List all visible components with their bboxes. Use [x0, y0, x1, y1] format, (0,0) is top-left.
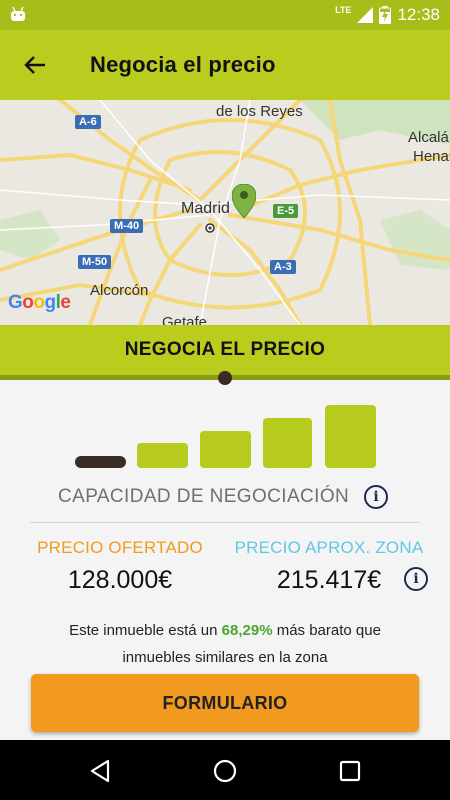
android-notification-icon — [11, 7, 25, 21]
nav-recents-button[interactable] — [337, 758, 363, 784]
arrow-back-icon — [24, 56, 45, 74]
nav-home-button[interactable] — [212, 758, 238, 784]
nav-back-button[interactable] — [87, 758, 113, 784]
level-bar-3 — [200, 431, 251, 468]
info-icon: i — [413, 571, 419, 587]
google-logo: Google — [8, 292, 71, 313]
road-sign-a6: A-6 — [75, 115, 101, 129]
level-bar-4 — [263, 418, 312, 468]
capacity-label: CAPACIDAD DE NEGOCIACIÓN — [58, 486, 350, 507]
form-button[interactable]: FORMULARIO — [31, 674, 419, 732]
divider — [30, 522, 420, 523]
offered-price-value: 128.000€ — [67, 566, 173, 594]
clock: 12:38 — [397, 5, 440, 24]
level-bar-1-current — [75, 456, 126, 468]
map-label-alcala: Alcalá — [408, 129, 449, 146]
status-bar: LTE 12:38 — [0, 0, 450, 30]
signal-icon — [357, 7, 374, 23]
level-indicator-dot — [218, 371, 232, 385]
location-pin-icon[interactable] — [232, 184, 256, 218]
comparison-text-after: más barato que — [272, 622, 381, 639]
capacity-info-button[interactable]: i — [364, 485, 388, 509]
offered-price-block: PRECIO OFERTADO 128.000€ — [30, 538, 210, 595]
negotiation-level-bars — [0, 400, 450, 475]
road-sign-a3: A-3 — [270, 260, 296, 274]
network-type: LTE — [335, 5, 352, 15]
map-label-reyes: de los Reyes — [216, 103, 303, 120]
zone-price-label: PRECIO APROX. ZONA — [234, 538, 424, 557]
square-recents-icon — [339, 760, 361, 782]
comparison-text-before: Este inmueble está un — [69, 622, 222, 639]
capacity-row: CAPACIDAD DE NEGOCIACIÓN i — [0, 480, 450, 520]
comparison-text-line2: inmuebles similares en la zona — [122, 649, 328, 666]
level-bar-2 — [137, 443, 188, 468]
road-sign-e5: E-5 — [273, 204, 299, 218]
zone-price-info-button[interactable]: i — [404, 567, 428, 591]
back-button[interactable] — [20, 50, 50, 80]
map-label-alcorcon: Alcorcón — [90, 282, 149, 299]
zone-price-value: 215.417€ — [276, 566, 382, 594]
system-nav-bar — [0, 740, 450, 800]
app-bar: Negocia el precio — [0, 30, 450, 100]
comparison-percent: 68,29% — [221, 622, 273, 639]
map-label-madrid: Madrid — [181, 200, 230, 217]
map-label-henares: Henar — [413, 148, 450, 165]
road-sign-m50: M-50 — [78, 255, 112, 269]
zone-price-block: PRECIO APROX. ZONA 215.417€ — [234, 538, 424, 595]
triangle-back-icon — [90, 759, 110, 783]
info-icon: i — [373, 489, 379, 505]
circle-home-icon — [213, 759, 237, 783]
comparison-text: Este inmueble está un 68,29% más barato … — [0, 617, 450, 671]
level-bar-5 — [325, 405, 376, 468]
map-view[interactable]: de los Reyes Alcalá Henar Madrid Alcorcó… — [0, 100, 450, 325]
offered-price-label: PRECIO OFERTADO — [37, 538, 203, 557]
road-sign-m40: M-40 — [110, 219, 144, 233]
map-label-getafe: Getafe — [162, 314, 208, 325]
banner-title: NEGOCIA EL PRECIO — [124, 339, 326, 360]
battery-icon — [379, 6, 392, 24]
page-title: Negocia el precio — [90, 52, 276, 77]
